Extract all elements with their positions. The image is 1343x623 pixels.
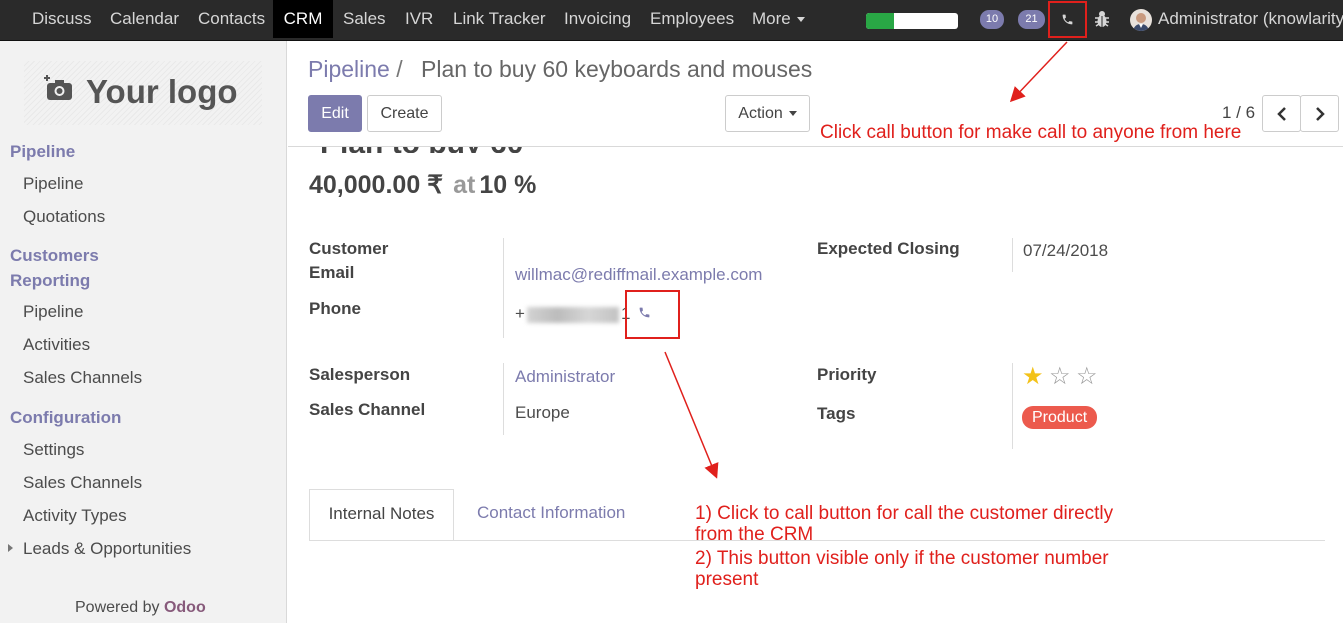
camera-plus-icon <box>44 75 72 100</box>
pager-previous-button[interactable] <box>1262 95 1301 132</box>
breadcrumb-separator: / <box>396 56 403 82</box>
avatar[interactable] <box>1130 9 1152 31</box>
menu-sales[interactable]: Sales <box>343 0 386 38</box>
salesperson-label: Salesperson <box>309 365 411 384</box>
status-progress-bar <box>866 13 958 29</box>
sidebar-item-sales-channels[interactable]: Sales Channels <box>23 473 142 493</box>
chevron-left-icon <box>1276 107 1286 121</box>
sidebar-item-reporting-pipeline[interactable]: Pipeline <box>23 302 84 322</box>
record-title-clipped: Plan to buy 60 keyboards and mouses <box>320 147 620 153</box>
tag-product[interactable]: Product <box>1022 406 1098 429</box>
menu-crm[interactable]: CRM <box>273 0 333 38</box>
bug-icon[interactable] <box>1094 10 1110 28</box>
annotation-top: Click call button for make call to anyon… <box>820 122 1242 143</box>
expand-triangle-icon[interactable] <box>8 544 13 552</box>
revenue-amount: 40,000.00 ₹ <box>309 171 444 199</box>
action-label: Action <box>738 105 783 122</box>
menu-invoicing[interactable]: Invoicing <box>564 0 631 38</box>
arrow-to-top-call <box>1009 41 1068 103</box>
annotation-note2-line1: 2) This button visible only if the custo… <box>695 548 1109 569</box>
powered-by: Powered by Odoo <box>75 599 206 617</box>
edit-button[interactable]: Edit <box>308 95 362 132</box>
sidebar-item-leads-opportunities[interactable]: Leads & Opportunities <box>23 539 191 559</box>
sales-channel-value[interactable]: Europe <box>515 403 570 423</box>
sidebar-section-customers[interactable]: Customers <box>10 246 99 266</box>
pager-next-button[interactable] <box>1300 95 1339 132</box>
logo-text: Your logo <box>86 73 238 110</box>
sidebar-item-activities[interactable]: Activities <box>23 335 90 355</box>
phone-label: Phone <box>309 299 361 318</box>
breadcrumb-pipeline-link[interactable]: Pipeline <box>308 56 390 82</box>
email-value[interactable]: willmac@rediffmail.example.com <box>515 265 762 285</box>
call-button-top[interactable] <box>1048 1 1087 38</box>
odoo-link[interactable]: Odoo <box>164 599 206 616</box>
create-button[interactable]: Create <box>367 95 442 132</box>
field-divider <box>1012 363 1013 449</box>
annotation-note1-line1: 1) Click to call button for call the cus… <box>695 503 1114 524</box>
priority-label: Priority <box>817 365 877 384</box>
menu-ivr[interactable]: IVR <box>405 0 433 38</box>
phone-value[interactable]: +1 <box>515 304 630 324</box>
tab-divider <box>309 540 1325 541</box>
field-divider <box>503 238 504 338</box>
company-logo[interactable]: Your logo <box>24 61 262 125</box>
user-menu[interactable]: Administrator (knowlarity <box>1158 0 1343 38</box>
expected-closing-label: Expected Closing <box>817 239 960 258</box>
tab-internal-notes[interactable]: Internal Notes <box>309 489 454 541</box>
breadcrumb: Pipeline / Plan to buy 60 keyboards and … <box>308 56 812 83</box>
sidebar-item-quotations[interactable]: Quotations <box>23 207 105 227</box>
menu-more-label: More <box>752 9 791 28</box>
phone-blurred <box>526 306 619 323</box>
chevron-right-icon <box>1315 107 1325 121</box>
star-empty-icon[interactable]: ☆ <box>1049 365 1071 389</box>
powered-by-label: Powered by <box>75 599 160 616</box>
menu-more[interactable]: More <box>752 0 805 38</box>
record-title: Plan to buy 60 keyboards and mouses <box>320 147 620 153</box>
messages-count: 21 <box>1025 13 1038 25</box>
annotation-note2-line2: present <box>695 569 759 590</box>
sidebar-item-activity-types[interactable]: Activity Types <box>23 506 127 526</box>
sidebar-item-pipeline[interactable]: Pipeline <box>23 174 84 194</box>
email-label: Email <box>309 263 355 282</box>
field-divider <box>1012 238 1013 272</box>
annotation-note1-line2: from the CRM <box>695 524 814 545</box>
menu-employees[interactable]: Employees <box>650 0 734 38</box>
menu-calendar[interactable]: Calendar <box>110 0 179 38</box>
breadcrumb-current: Plan to buy 60 keyboards and mouses <box>421 56 813 82</box>
expected-revenue: 40,000.00 ₹ at 10 % <box>309 170 536 200</box>
field-divider <box>503 363 504 435</box>
action-dropdown-button[interactable]: Action <box>725 95 810 132</box>
menu-contacts[interactable]: Contacts <box>198 0 265 38</box>
menu-discuss[interactable]: Discuss <box>32 0 92 38</box>
at-label: at <box>453 171 476 199</box>
expected-closing-value[interactable]: 07/24/2018 <box>1023 241 1108 261</box>
caret-down-icon <box>788 111 797 117</box>
pager-value[interactable]: 1 / 6 <box>1222 103 1255 123</box>
probability-value: 10 % <box>479 171 537 199</box>
sidebar-item-sales-channels-report[interactable]: Sales Channels <box>23 368 142 388</box>
progress-fill <box>866 13 894 29</box>
sidebar-section-pipeline[interactable]: Pipeline <box>10 142 75 162</box>
phone-icon <box>639 307 650 318</box>
customer-label: Customer <box>309 239 389 258</box>
star-filled-icon[interactable]: ★ <box>1022 365 1044 389</box>
caret-down-icon <box>796 17 805 23</box>
sales-channel-label: Sales Channel <box>309 400 426 419</box>
activity-badge[interactable]: 10 <box>980 10 1004 29</box>
arrow-to-notes <box>664 351 719 479</box>
tab-contact-information[interactable]: Contact Information <box>477 489 625 541</box>
phone-prefix: + <box>515 304 525 323</box>
tags-label: Tags <box>817 404 856 423</box>
top-navbar: Discuss Calendar Contacts CRM Sales IVR … <box>0 0 1343 41</box>
sidebar-section-reporting[interactable]: Reporting <box>10 271 90 291</box>
sidebar-section-configuration[interactable]: Configuration <box>10 408 121 428</box>
salesperson-value[interactable]: Administrator <box>515 367 615 387</box>
sidebar-item-settings[interactable]: Settings <box>23 440 84 460</box>
sidebar: Your logo Pipeline Pipeline Quotations C… <box>0 41 287 623</box>
star-empty-icon[interactable]: ☆ <box>1076 365 1098 389</box>
phone-icon <box>1062 14 1073 25</box>
menu-link-tracker[interactable]: Link Tracker <box>453 0 546 38</box>
messages-badge[interactable]: 21 <box>1018 10 1045 29</box>
call-customer-button[interactable] <box>625 290 680 339</box>
